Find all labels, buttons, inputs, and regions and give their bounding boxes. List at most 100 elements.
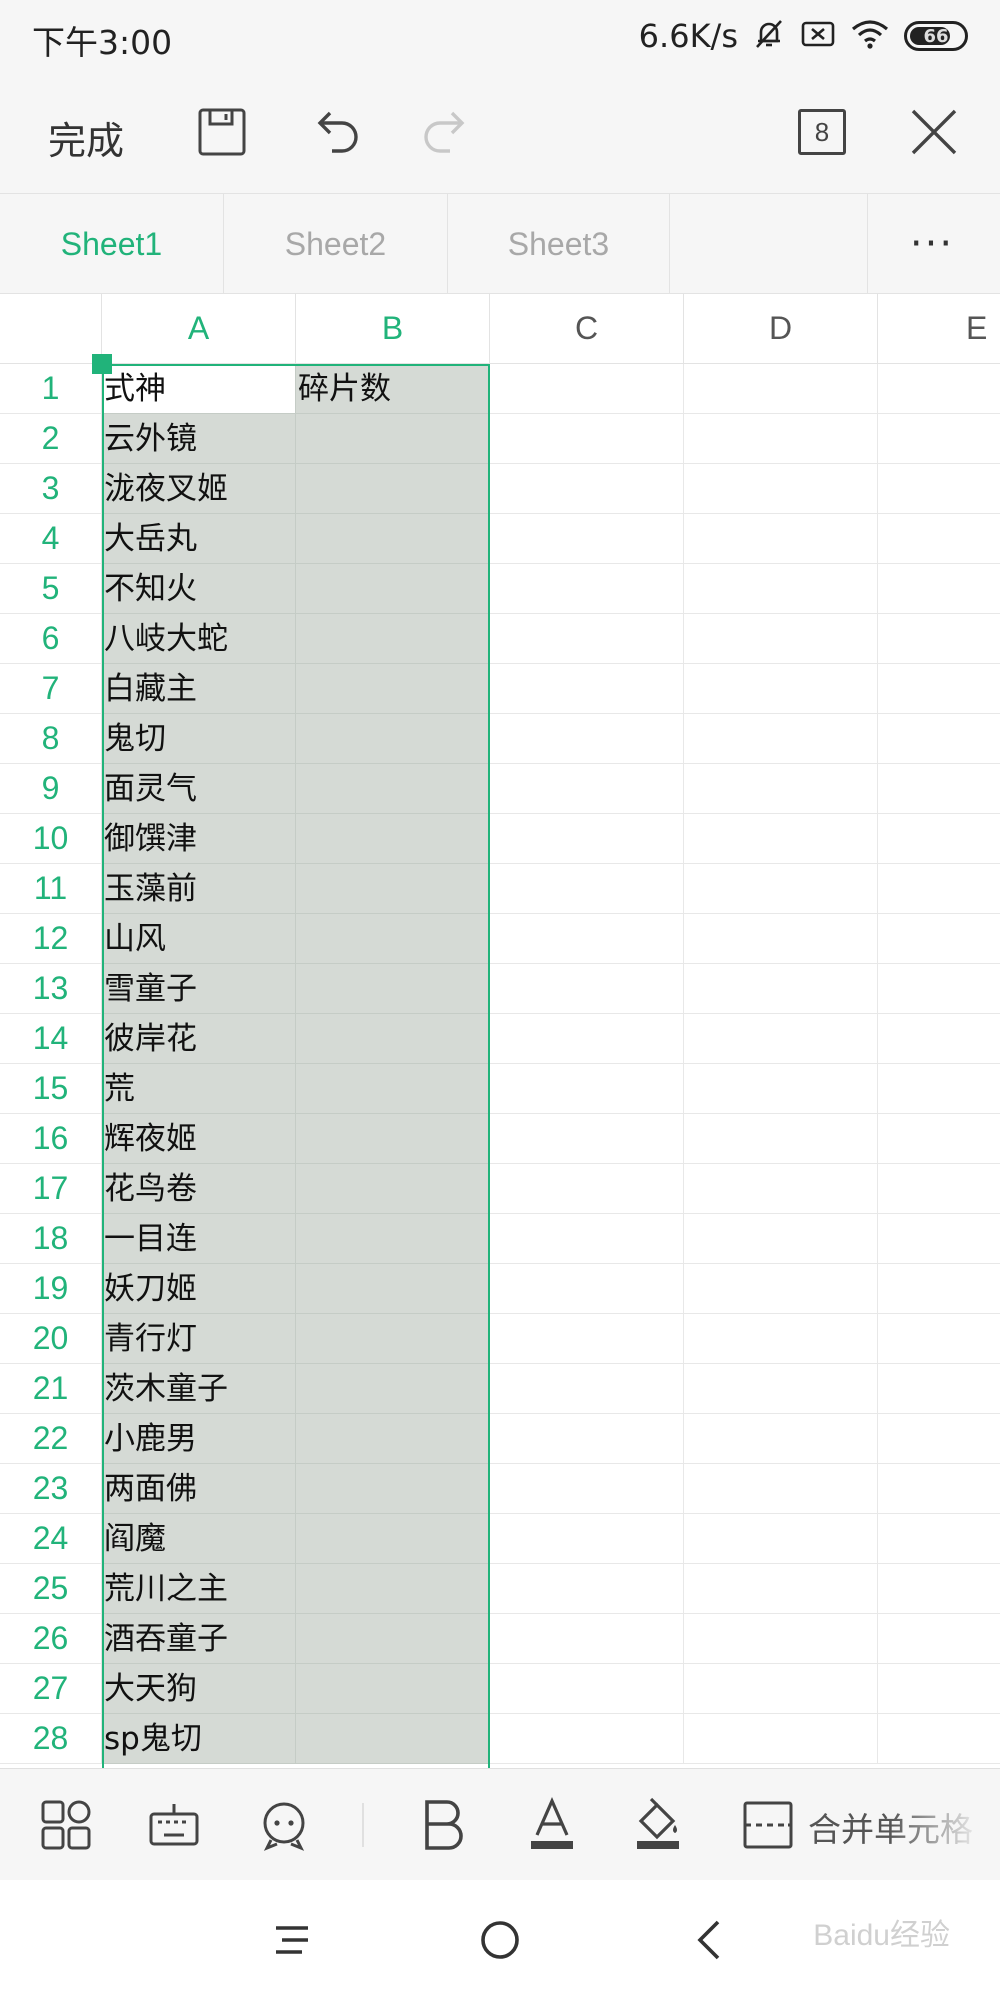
cell-a[interactable]: sp鬼切	[102, 1714, 296, 1764]
row-header[interactable]: 21	[0, 1364, 102, 1414]
corner-cell[interactable]	[0, 294, 102, 364]
cell-d[interactable]	[684, 1114, 878, 1164]
back-icon[interactable]	[680, 1910, 740, 1970]
row-header[interactable]: 18	[0, 1214, 102, 1264]
cell-e[interactable]	[878, 1464, 1000, 1514]
cell-d[interactable]	[684, 664, 878, 714]
tab-sheet1[interactable]: Sheet1	[0, 194, 224, 294]
cell-a[interactable]: 御馔津	[102, 814, 296, 864]
cell-c[interactable]	[490, 1264, 684, 1314]
cell-b[interactable]	[296, 914, 490, 964]
cell-c[interactable]	[490, 1414, 684, 1464]
cell-b[interactable]	[296, 1064, 490, 1114]
cell-c[interactable]	[490, 1014, 684, 1064]
cell-d[interactable]	[684, 914, 878, 964]
cell-d[interactable]	[684, 714, 878, 764]
cell-a[interactable]: 彼岸花	[102, 1014, 296, 1064]
cell-d[interactable]	[684, 1264, 878, 1314]
row-header[interactable]: 26	[0, 1614, 102, 1664]
row-header[interactable]: 27	[0, 1664, 102, 1714]
row-header[interactable]: 10	[0, 814, 102, 864]
cell-b[interactable]	[296, 514, 490, 564]
cell-e[interactable]	[878, 1414, 1000, 1464]
cell-b[interactable]	[296, 1364, 490, 1414]
cell-e[interactable]	[878, 414, 1000, 464]
cell-d[interactable]	[684, 614, 878, 664]
cell-a[interactable]: 云外镜	[102, 414, 296, 464]
cell-e[interactable]	[878, 1164, 1000, 1214]
cell-a[interactable]: 泷夜叉姬	[102, 464, 296, 514]
cell-e[interactable]	[878, 1264, 1000, 1314]
cell-b[interactable]	[296, 964, 490, 1014]
cell-c[interactable]	[490, 764, 684, 814]
cell-a[interactable]: 面灵气	[102, 764, 296, 814]
cell-b[interactable]	[296, 664, 490, 714]
cell-e[interactable]	[878, 1214, 1000, 1264]
column-header-a[interactable]: A	[102, 294, 296, 364]
cell-b[interactable]	[296, 1714, 490, 1764]
column-header-e[interactable]: E	[878, 294, 1000, 364]
merge-cells-icon[interactable]	[736, 1793, 800, 1857]
cell-b[interactable]	[296, 1114, 490, 1164]
row-header[interactable]: 24	[0, 1514, 102, 1564]
cell-a[interactable]: 小鹿男	[102, 1414, 296, 1464]
row-header[interactable]: 5	[0, 564, 102, 614]
menu-icon[interactable]	[262, 1910, 322, 1970]
cell-c[interactable]	[490, 464, 684, 514]
cell-a[interactable]: 玉藻前	[102, 864, 296, 914]
done-button[interactable]: 完成	[48, 110, 124, 165]
cell-d[interactable]	[684, 364, 878, 414]
cell-d[interactable]	[684, 1414, 878, 1464]
cell-c[interactable]	[490, 864, 684, 914]
save-icon[interactable]	[194, 104, 250, 160]
assistant-face-icon[interactable]	[252, 1793, 316, 1857]
cell-c[interactable]	[490, 1364, 684, 1414]
cell-c[interactable]	[490, 1664, 684, 1714]
cell-a[interactable]: 两面佛	[102, 1464, 296, 1514]
cell-c[interactable]	[490, 814, 684, 864]
cell-b[interactable]	[296, 1314, 490, 1364]
cell-c[interactable]	[490, 1164, 684, 1214]
cell-e[interactable]	[878, 714, 1000, 764]
cell-d[interactable]	[684, 564, 878, 614]
cell-a[interactable]: 不知火	[102, 564, 296, 614]
apps-grid-icon[interactable]	[34, 1793, 98, 1857]
cell-c[interactable]	[490, 414, 684, 464]
bold-icon[interactable]	[412, 1793, 476, 1857]
cell-c[interactable]	[490, 1114, 684, 1164]
cell-e[interactable]	[878, 1664, 1000, 1714]
row-header[interactable]: 4	[0, 514, 102, 564]
cell-e[interactable]	[878, 1314, 1000, 1364]
column-header-b[interactable]: B	[296, 294, 490, 364]
cell-e[interactable]	[878, 1064, 1000, 1114]
cell-c[interactable]	[490, 614, 684, 664]
cell-d[interactable]	[684, 1364, 878, 1414]
row-header[interactable]: 8	[0, 714, 102, 764]
cell-c[interactable]	[490, 364, 684, 414]
row-header[interactable]: 23	[0, 1464, 102, 1514]
row-header[interactable]: 14	[0, 1014, 102, 1064]
row-header[interactable]: 19	[0, 1264, 102, 1314]
row-header[interactable]: 16	[0, 1114, 102, 1164]
cell-c[interactable]	[490, 1064, 684, 1114]
cell-d[interactable]	[684, 1214, 878, 1264]
row-header[interactable]: 25	[0, 1564, 102, 1614]
row-header[interactable]: 6	[0, 614, 102, 664]
cell-a[interactable]: 式神	[102, 364, 296, 414]
cell-e[interactable]	[878, 814, 1000, 864]
cell-b[interactable]: 碎片数	[296, 364, 490, 414]
cell-e[interactable]	[878, 564, 1000, 614]
column-header-c[interactable]: C	[490, 294, 684, 364]
cell-b[interactable]	[296, 1414, 490, 1464]
cell-c[interactable]	[490, 1714, 684, 1764]
cell-a[interactable]: 辉夜姬	[102, 1114, 296, 1164]
cell-d[interactable]	[684, 1014, 878, 1064]
cell-d[interactable]	[684, 1714, 878, 1764]
cell-b[interactable]	[296, 714, 490, 764]
selection-handle[interactable]	[92, 354, 112, 374]
cell-d[interactable]	[684, 764, 878, 814]
row-header[interactable]: 3	[0, 464, 102, 514]
cell-e[interactable]	[878, 464, 1000, 514]
undo-icon[interactable]	[308, 104, 364, 160]
keyboard-icon[interactable]	[142, 1793, 206, 1857]
